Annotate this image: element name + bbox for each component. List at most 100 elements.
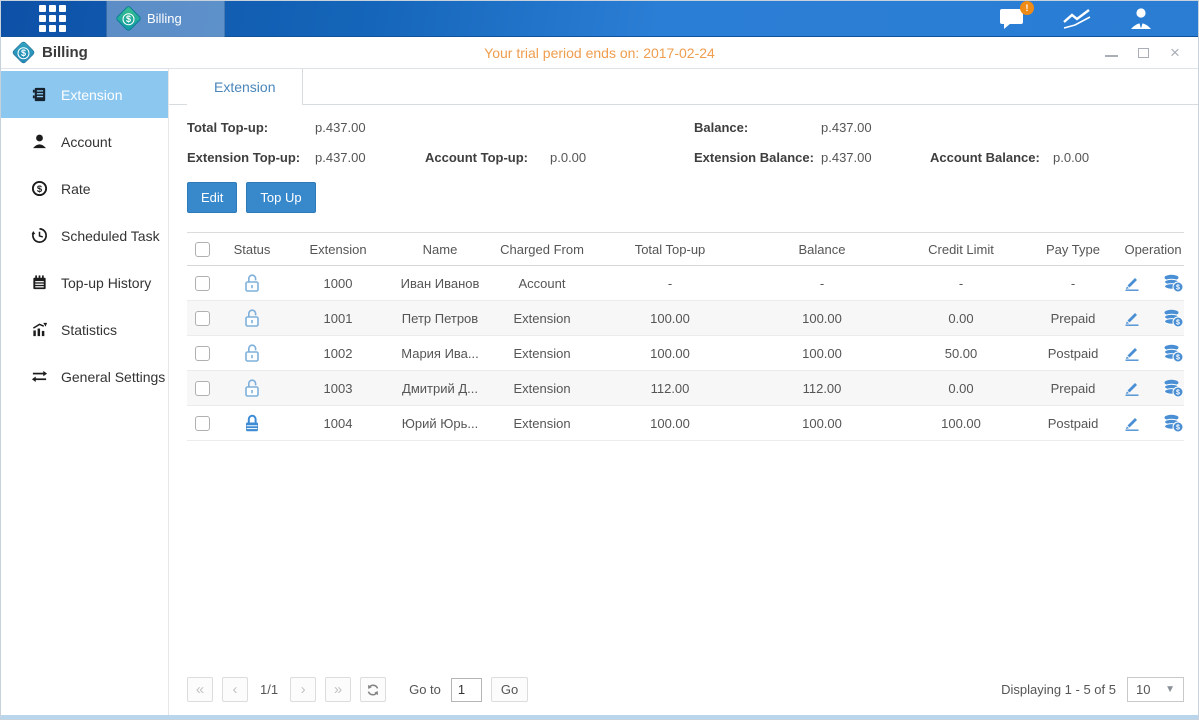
balance-value: p.437.00 [821,120,930,135]
row-checkbox[interactable] [195,381,210,396]
sidebar-item-general-settings[interactable]: General Settings [1,353,168,400]
row-checkbox[interactable] [195,276,210,291]
account-balance-label: Account Balance: [930,150,1053,165]
cell-balance: 100.00 [746,406,898,441]
goto-label: Go to [409,682,441,697]
notepad-icon [31,274,48,291]
cell-credit-limit: - [898,266,1024,301]
cell-total-topup: - [594,266,746,301]
row-topup-button[interactable]: $ [1163,379,1184,398]
lock-closed-icon [243,413,261,433]
row-topup-button[interactable]: $ [1163,274,1184,293]
last-page-button[interactable]: » [325,677,351,702]
sidebar-item-rate[interactable]: $ Rate [1,165,168,212]
top-up-button[interactable]: Top Up [246,182,315,213]
page-size-select[interactable]: 10 ▼ [1127,677,1184,702]
row-topup-button[interactable]: $ [1163,414,1184,433]
sidebar-item-label: Rate [61,181,91,197]
col-balance: Balance [746,233,898,266]
cell-credit-limit: 50.00 [898,336,1024,371]
row-edit-button[interactable] [1123,379,1141,397]
next-page-button[interactable]: › [290,677,316,702]
cell-name: Юрий Юрь... [390,406,490,441]
table-row: 1003Дмитрий Д...Extension112.00112.000.0… [187,371,1184,406]
cell-extension: 1004 [286,406,390,441]
top-app-bar: $ Billing ! [1,1,1198,37]
sidebar-item-label: Statistics [61,322,117,338]
clock-history-icon [31,227,48,244]
top-up-coins-icon: $ [1163,414,1184,433]
lock-open-icon [243,308,261,328]
sidebar-item-label: Extension [61,87,122,103]
account-balance-value: p.0.00 [1053,150,1184,165]
cell-extension: 1001 [286,301,390,336]
row-edit-button[interactable] [1123,309,1141,327]
sidebar-item-scheduled-task[interactable]: Scheduled Task [1,212,168,259]
extension-balance-value: p.437.00 [821,150,930,165]
sidebar-item-account[interactable]: Account [1,118,168,165]
cell-credit-limit: 100.00 [898,406,1024,441]
edit-pencil-icon [1123,344,1141,362]
sidebar-item-label: Top-up History [61,275,151,291]
dollar-circle-icon: $ [31,180,48,197]
status-lock-toggle[interactable] [218,308,286,328]
row-checkbox[interactable] [195,311,210,326]
row-edit-button[interactable] [1123,344,1141,362]
extension-balance-label: Extension Balance: [694,150,821,165]
cell-credit-limit: 0.00 [898,301,1024,336]
status-lock-toggle[interactable] [218,378,286,398]
maximize-button[interactable] [1136,46,1150,60]
window-title: Billing [42,44,88,61]
edit-button[interactable]: Edit [187,182,237,213]
status-lock-toggle[interactable] [218,273,286,293]
select-all-checkbox[interactable] [195,242,210,257]
sidebar-item-extension[interactable]: Extension [1,71,168,118]
reports-chart-icon[interactable] [1062,7,1092,31]
billing-app-window: $ Billing ! [0,0,1199,720]
cell-total-topup: 100.00 [594,301,746,336]
col-operation: Operation [1122,233,1184,266]
row-topup-button[interactable]: $ [1163,344,1184,363]
edit-pencil-icon [1123,274,1141,292]
messages-icon[interactable]: ! [999,7,1026,30]
status-lock-toggle[interactable] [218,343,286,363]
balance-label: Balance: [694,120,821,135]
billing-app-tab-label: Billing [147,11,182,26]
sidebar-item-topup-history[interactable]: Top-up History [1,259,168,306]
cell-total-topup: 100.00 [594,406,746,441]
notification-badge: ! [1020,1,1034,15]
billing-app-tab[interactable]: $ Billing [106,1,225,37]
tab-extension[interactable]: Extension [187,69,303,105]
cell-charged-from: Extension [490,406,594,441]
col-charged-from: Charged From [490,233,594,266]
edit-pencil-icon [1123,379,1141,397]
svg-text:$: $ [37,184,43,195]
table-row: 1000Иван ИвановAccount----$ [187,266,1184,301]
close-button[interactable]: × [1168,46,1182,60]
first-page-button[interactable]: « [187,677,213,702]
row-edit-button[interactable] [1123,414,1141,432]
refresh-button[interactable] [360,677,386,702]
top-up-coins-icon: $ [1163,309,1184,328]
prev-page-button[interactable]: ‹ [222,677,248,702]
goto-page-input[interactable] [451,678,482,702]
cell-extension: 1003 [286,371,390,406]
row-checkbox[interactable] [195,416,210,431]
cell-balance: - [746,266,898,301]
table-row: 1004Юрий Юрь...Extension100.00100.00100.… [187,406,1184,441]
displaying-text: Displaying 1 - 5 of 5 [1001,682,1116,697]
cell-extension: 1000 [286,266,390,301]
col-total-topup: Total Top-up [594,233,746,266]
row-topup-button[interactable]: $ [1163,309,1184,328]
sidebar-item-statistics[interactable]: Statistics [1,306,168,353]
sidebar: Extension Account $ Rate [1,69,169,715]
status-lock-toggle[interactable] [218,413,286,433]
row-edit-button[interactable] [1123,274,1141,292]
go-button[interactable]: Go [491,677,528,702]
app-launcher-grid-icon[interactable] [39,5,66,32]
user-account-icon[interactable] [1128,6,1154,31]
minimize-button[interactable] [1104,46,1118,60]
sidebar-item-label: Account [61,134,112,150]
row-checkbox[interactable] [195,346,210,361]
billing-diamond-icon: $ [115,5,142,32]
